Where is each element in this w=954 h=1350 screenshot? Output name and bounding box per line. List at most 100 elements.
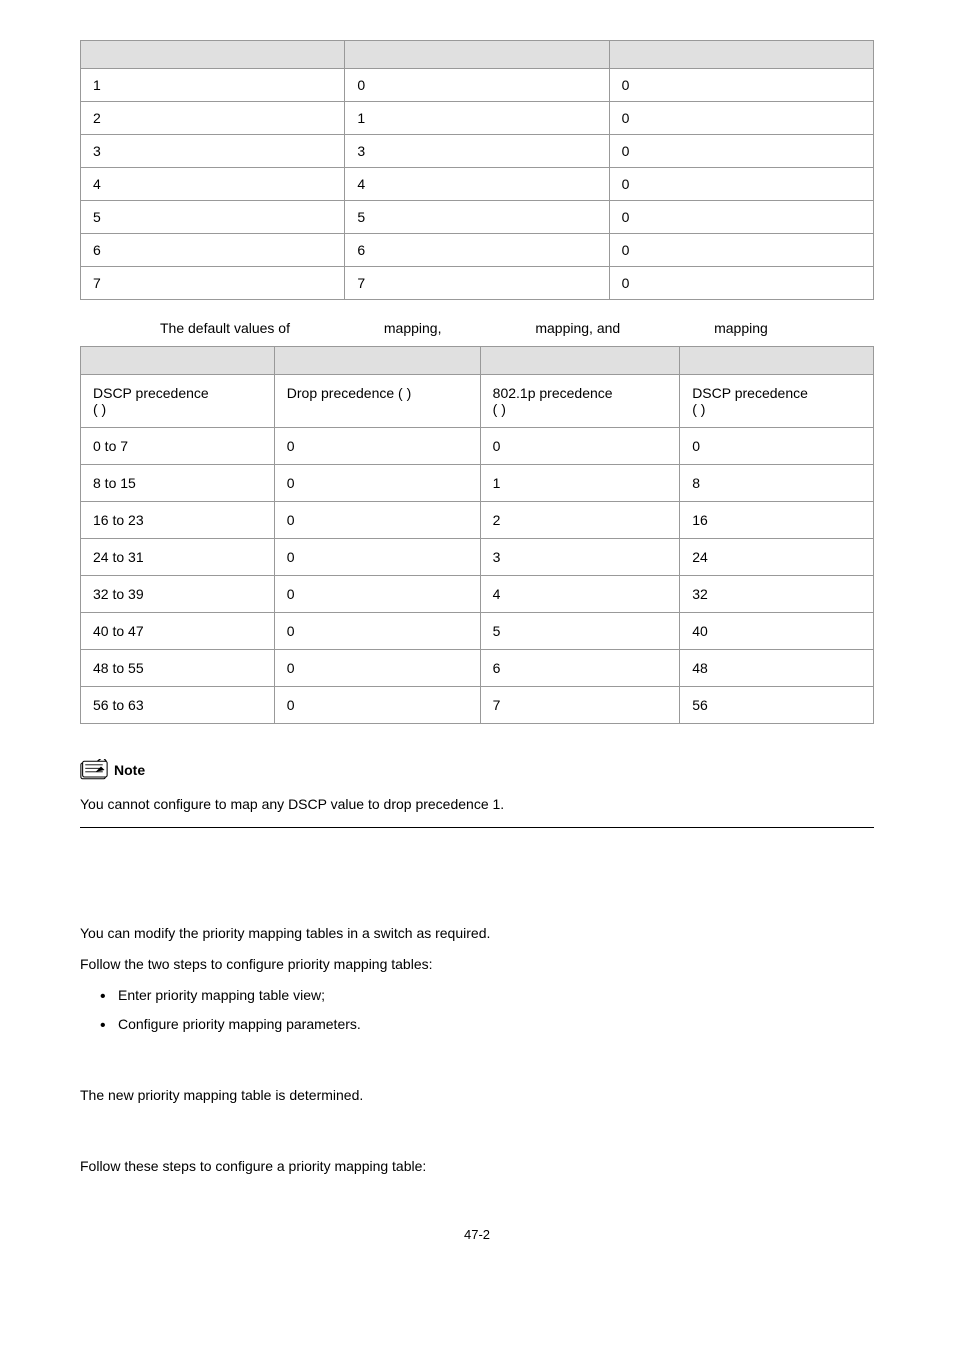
table-row: 0 to 7 0 0 0: [81, 428, 874, 465]
body-text-1: You can modify the priority mapping tabl…: [80, 923, 874, 944]
cell: 1: [345, 102, 609, 135]
cell: 4: [345, 168, 609, 201]
steps-list: Enter priority mapping table view; Confi…: [80, 985, 874, 1035]
note-icon: [80, 759, 108, 781]
cell: 56 to 63: [81, 687, 275, 724]
table-row: 24 to 31 0 3 24: [81, 539, 874, 576]
sub-body-2: Follow these steps to configure a priori…: [80, 1156, 874, 1177]
table2-header-3: [480, 347, 680, 375]
cell: 56: [680, 687, 874, 724]
table-row: 2 1 0: [81, 102, 874, 135]
cell: 3: [345, 135, 609, 168]
cell: 0: [609, 168, 873, 201]
note-label: Note: [114, 762, 145, 778]
cell: 48: [680, 650, 874, 687]
cell: 3: [81, 135, 345, 168]
cell: 6: [480, 650, 680, 687]
cell: 2: [480, 502, 680, 539]
table2-header-2: [274, 347, 480, 375]
table-row: 1 0 0: [81, 69, 874, 102]
cell: 3: [480, 539, 680, 576]
cell: 7: [480, 687, 680, 724]
caption-prefix: The default values of: [160, 320, 290, 336]
cell: 24: [680, 539, 874, 576]
cell: 7: [345, 267, 609, 300]
cell: DSCP precedence ( ): [680, 375, 874, 428]
cell: 32 to 39: [81, 576, 275, 613]
table-row: 7 7 0: [81, 267, 874, 300]
cell: 5: [81, 201, 345, 234]
cell: 40 to 47: [81, 613, 275, 650]
cell: 6: [81, 234, 345, 267]
cell: 0: [274, 502, 480, 539]
cell: 6: [345, 234, 609, 267]
cell: 24 to 31: [81, 539, 275, 576]
list-item: Configure priority mapping parameters.: [100, 1014, 874, 1035]
table2-caption: The default values of mapping, mapping, …: [80, 320, 874, 336]
cell: 4: [480, 576, 680, 613]
table-row: 5 5 0: [81, 201, 874, 234]
cell: 0: [274, 650, 480, 687]
note-divider: [80, 827, 874, 828]
cell: 0: [480, 428, 680, 465]
table-row: 56 to 63 0 7 56: [81, 687, 874, 724]
cell: 7: [81, 267, 345, 300]
cell: 48 to 55: [81, 650, 275, 687]
cell: 32: [680, 576, 874, 613]
cell: 0: [609, 267, 873, 300]
cell: 802.1p precedence ( ): [480, 375, 680, 428]
cell: DSCP precedence ( ): [81, 375, 275, 428]
cell: 16: [680, 502, 874, 539]
table1-header-1: [81, 41, 345, 69]
cell: 0: [274, 687, 480, 724]
table-row: 6 6 0: [81, 234, 874, 267]
cell: 40: [680, 613, 874, 650]
cell: 0: [609, 234, 873, 267]
cell: 8: [680, 465, 874, 502]
sub-body-1: The new priority mapping table is determ…: [80, 1085, 874, 1106]
caption-part2: mapping, and: [531, 320, 620, 336]
cell: 2: [81, 102, 345, 135]
dscp-mapping-table: DSCP precedence ( ) Drop precedence ( ) …: [80, 346, 874, 724]
cell: 16 to 23: [81, 502, 275, 539]
cell: 8 to 15: [81, 465, 275, 502]
cell: Drop precedence ( ): [274, 375, 480, 428]
cell: 5: [480, 613, 680, 650]
cell: 0: [609, 102, 873, 135]
cell: 0: [274, 613, 480, 650]
cell: 4: [81, 168, 345, 201]
cell: 0: [609, 201, 873, 234]
cell: 0: [274, 465, 480, 502]
table-row: 40 to 47 0 5 40: [81, 613, 874, 650]
table2-header-1: [81, 347, 275, 375]
cell: 0: [274, 539, 480, 576]
table1-header-3: [609, 41, 873, 69]
cell: 0: [345, 69, 609, 102]
note-text: You cannot configure to map any DSCP val…: [80, 796, 874, 812]
precedence-table-1: 1 0 0 2 1 0 3 3 0 4 4 0 5 5 0 6 6 0: [80, 40, 874, 300]
page-number: 47-2: [80, 1227, 874, 1242]
caption-part1: mapping,: [380, 320, 441, 336]
caption-part3: mapping: [710, 320, 768, 336]
cell: 5: [345, 201, 609, 234]
table-row: DSCP precedence ( ) Drop precedence ( ) …: [81, 375, 874, 428]
table2-header-4: [680, 347, 874, 375]
table-row: 3 3 0: [81, 135, 874, 168]
list-item: Enter priority mapping table view;: [100, 985, 874, 1006]
cell: 0: [609, 135, 873, 168]
cell: 0: [680, 428, 874, 465]
note-section: Note You cannot configure to map any DSC…: [80, 759, 874, 828]
note-header: Note: [80, 759, 874, 781]
table1-header-2: [345, 41, 609, 69]
table-row: 8 to 15 0 1 8: [81, 465, 874, 502]
table-row: 4 4 0: [81, 168, 874, 201]
body-text-2: Follow the two steps to configure priori…: [80, 954, 874, 975]
cell: 0: [274, 576, 480, 613]
cell: 1: [480, 465, 680, 502]
table-row: 16 to 23 0 2 16: [81, 502, 874, 539]
table-row: 32 to 39 0 4 32: [81, 576, 874, 613]
cell: 1: [81, 69, 345, 102]
cell: 0: [609, 69, 873, 102]
cell: 0 to 7: [81, 428, 275, 465]
table-row: 48 to 55 0 6 48: [81, 650, 874, 687]
